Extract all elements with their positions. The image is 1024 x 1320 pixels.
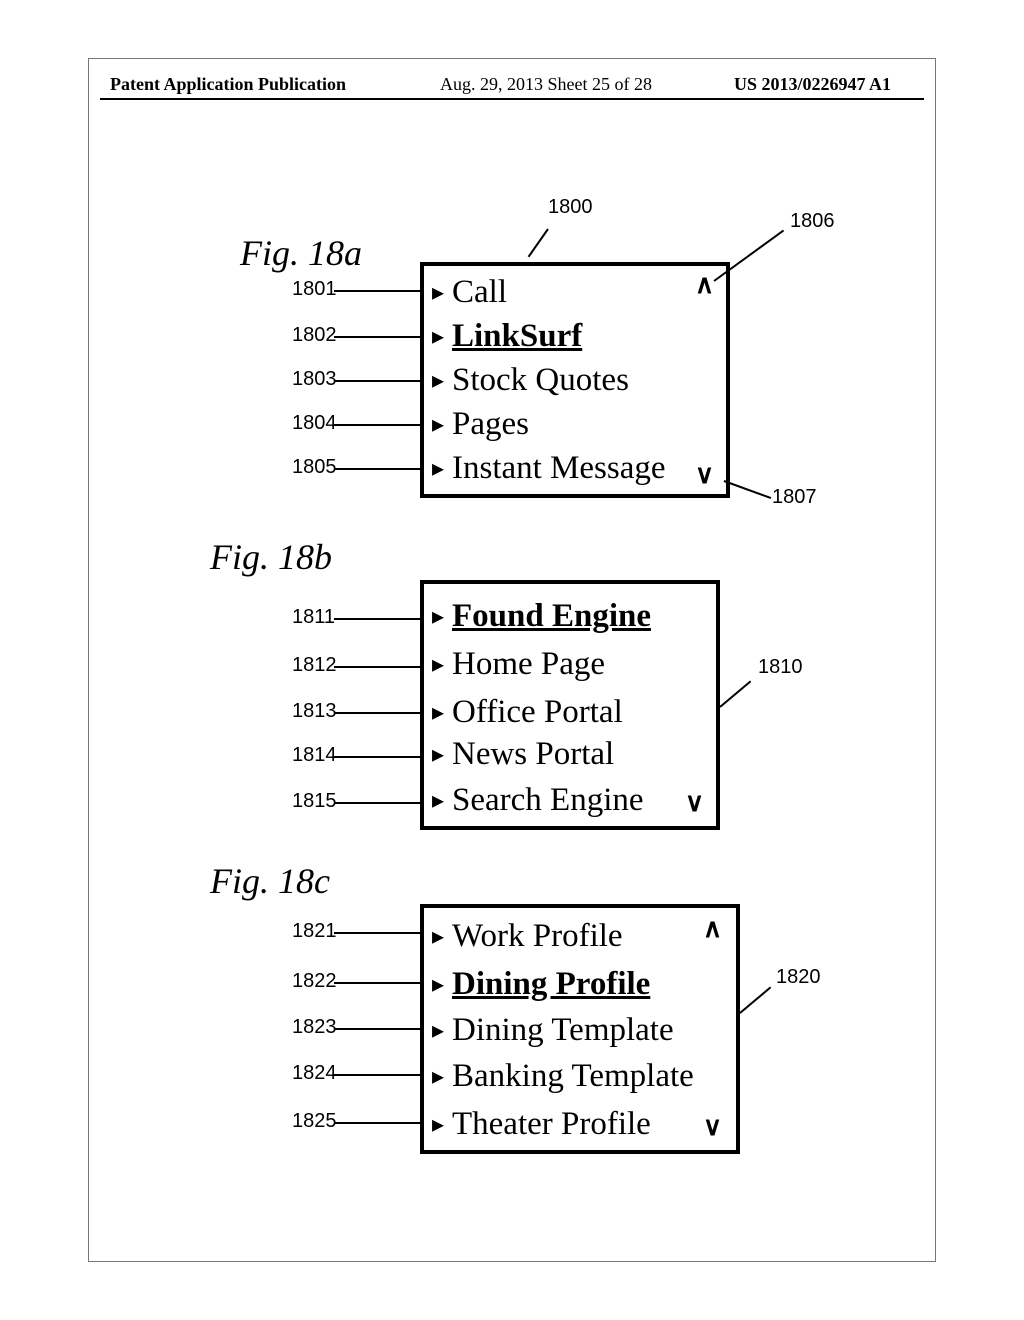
ref-box-1820: 1820 bbox=[776, 966, 821, 989]
menu-item-theater-profile[interactable]: ▸ Theater Profile bbox=[432, 1102, 651, 1149]
menu-item-label: Stock Quotes bbox=[452, 358, 629, 402]
menu-item-label: Call bbox=[452, 270, 507, 314]
leader-1821 bbox=[334, 932, 422, 934]
scroll-down-icon[interactable]: ∨ bbox=[703, 1114, 722, 1140]
menu-item-work-profile[interactable]: ▸ Work Profile bbox=[432, 914, 623, 961]
menu-item-pages[interactable]: ▸ Pages bbox=[432, 402, 529, 449]
menu-item-label: Dining Profile bbox=[452, 962, 650, 1006]
leader-1823 bbox=[334, 1028, 422, 1030]
menu-item-office-portal[interactable]: ▸ Office Portal bbox=[432, 690, 623, 737]
menu-item-dining-profile[interactable]: ▸ Dining Profile bbox=[432, 962, 650, 1009]
menu-item-label: Search Engine bbox=[452, 778, 644, 822]
ref-1801: 1801 bbox=[292, 278, 337, 301]
scroll-up-icon[interactable]: ∧ bbox=[695, 272, 714, 298]
menu-item-label: Found Engine bbox=[452, 594, 651, 638]
ref-box-1800: 1800 bbox=[548, 196, 593, 219]
arrow-icon: ▸ bbox=[432, 315, 450, 359]
figure-title-18c: Fig. 18c bbox=[210, 860, 330, 902]
patent-figure-page: Patent Application Publication Aug. 29, … bbox=[0, 0, 1024, 1320]
leader-1822 bbox=[334, 982, 422, 984]
menu-item-found-engine[interactable]: ▸ Found Engine bbox=[432, 594, 651, 641]
ref-1812: 1812 bbox=[292, 654, 337, 677]
ref-1815: 1815 bbox=[292, 790, 337, 813]
menu-item-linksurf[interactable]: ▸ LinkSurf bbox=[432, 314, 582, 361]
arrow-icon: ▸ bbox=[432, 963, 450, 1007]
leader-1814 bbox=[334, 756, 422, 758]
menu-item-label: Home Page bbox=[452, 642, 605, 686]
ref-1806: 1806 bbox=[790, 210, 835, 233]
figure-title-18a: Fig. 18a bbox=[240, 232, 362, 274]
arrow-icon: ▸ bbox=[432, 359, 450, 403]
menu-item-stock-quotes[interactable]: ▸ Stock Quotes bbox=[432, 358, 629, 405]
arrow-icon: ▸ bbox=[432, 1055, 450, 1099]
ref-1824: 1824 bbox=[292, 1062, 337, 1085]
arrow-icon: ▸ bbox=[432, 915, 450, 959]
leader-1805 bbox=[334, 468, 422, 470]
menu-box-18a: ∧ ∨ ▸ Call ▸ LinkSurf ▸ Stock Quotes ▸ P… bbox=[420, 262, 730, 498]
arrow-icon: ▸ bbox=[432, 271, 450, 315]
leader-1801 bbox=[334, 290, 422, 292]
menu-item-label: Office Portal bbox=[452, 690, 623, 734]
menu-item-label: News Portal bbox=[452, 732, 614, 776]
menu-item-home-page[interactable]: ▸ Home Page bbox=[432, 642, 605, 689]
menu-item-label: Banking Template bbox=[452, 1054, 694, 1098]
figure-title-18b: Fig. 18b bbox=[210, 536, 332, 578]
leader-1803 bbox=[334, 380, 422, 382]
menu-item-search-engine[interactable]: ▸ Search Engine bbox=[432, 778, 644, 825]
arrow-icon: ▸ bbox=[432, 643, 450, 687]
menu-item-news-portal[interactable]: ▸ News Portal bbox=[432, 732, 614, 779]
menu-box-18b: ∨ ▸ Found Engine ▸ Home Page ▸ Office Po… bbox=[420, 580, 720, 830]
arrow-icon: ▸ bbox=[432, 403, 450, 447]
arrow-icon: ▸ bbox=[432, 691, 450, 735]
menu-item-label: Dining Template bbox=[452, 1008, 674, 1052]
menu-item-dining-template[interactable]: ▸ Dining Template bbox=[432, 1008, 674, 1055]
ref-1814: 1814 bbox=[292, 744, 337, 767]
menu-item-instant-message[interactable]: ▸ Instant Message bbox=[432, 446, 666, 493]
menu-item-banking-template[interactable]: ▸ Banking Template bbox=[432, 1054, 694, 1101]
ref-1813: 1813 bbox=[292, 700, 337, 723]
ref-1805: 1805 bbox=[292, 456, 337, 479]
leader-1802 bbox=[334, 336, 422, 338]
ref-1811: 1811 bbox=[292, 606, 335, 629]
ref-box-1810: 1810 bbox=[758, 656, 803, 679]
leader-1824 bbox=[334, 1074, 422, 1076]
header-rule bbox=[100, 98, 924, 100]
ref-1825: 1825 bbox=[292, 1110, 337, 1133]
ref-1821: 1821 bbox=[292, 920, 337, 943]
ref-1822: 1822 bbox=[292, 970, 337, 993]
ref-1807: 1807 bbox=[772, 486, 817, 509]
arrow-icon: ▸ bbox=[432, 595, 450, 639]
scroll-down-icon[interactable]: ∨ bbox=[685, 790, 704, 816]
menu-item-label: Theater Profile bbox=[452, 1102, 651, 1146]
menu-item-label: Work Profile bbox=[452, 914, 623, 958]
scroll-down-icon[interactable]: ∨ bbox=[695, 462, 714, 488]
leader-1804 bbox=[334, 424, 422, 426]
menu-box-18c: ∧ ∨ ▸ Work Profile ▸ Dining Profile ▸ Di… bbox=[420, 904, 740, 1154]
menu-item-label: LinkSurf bbox=[452, 314, 582, 358]
scroll-up-icon[interactable]: ∧ bbox=[703, 916, 722, 942]
ref-1823: 1823 bbox=[292, 1016, 337, 1039]
leader-1812 bbox=[334, 666, 422, 668]
arrow-icon: ▸ bbox=[432, 447, 450, 491]
menu-item-call[interactable]: ▸ Call bbox=[432, 270, 507, 317]
menu-item-label: Instant Message bbox=[452, 446, 666, 490]
leader-1825 bbox=[334, 1122, 422, 1124]
arrow-icon: ▸ bbox=[432, 1103, 450, 1147]
arrow-icon: ▸ bbox=[432, 1009, 450, 1053]
arrow-icon: ▸ bbox=[432, 733, 450, 777]
ref-1802: 1802 bbox=[292, 324, 337, 347]
leader-1811 bbox=[334, 618, 422, 620]
header-center: Aug. 29, 2013 Sheet 25 of 28 bbox=[440, 74, 652, 95]
leader-1815 bbox=[334, 802, 422, 804]
leader-1813 bbox=[334, 712, 422, 714]
ref-1803: 1803 bbox=[292, 368, 337, 391]
header-right: US 2013/0226947 A1 bbox=[734, 74, 891, 95]
arrow-icon: ▸ bbox=[432, 779, 450, 823]
header-left: Patent Application Publication bbox=[110, 74, 346, 95]
ref-1804: 1804 bbox=[292, 412, 337, 435]
menu-item-label: Pages bbox=[452, 402, 529, 446]
